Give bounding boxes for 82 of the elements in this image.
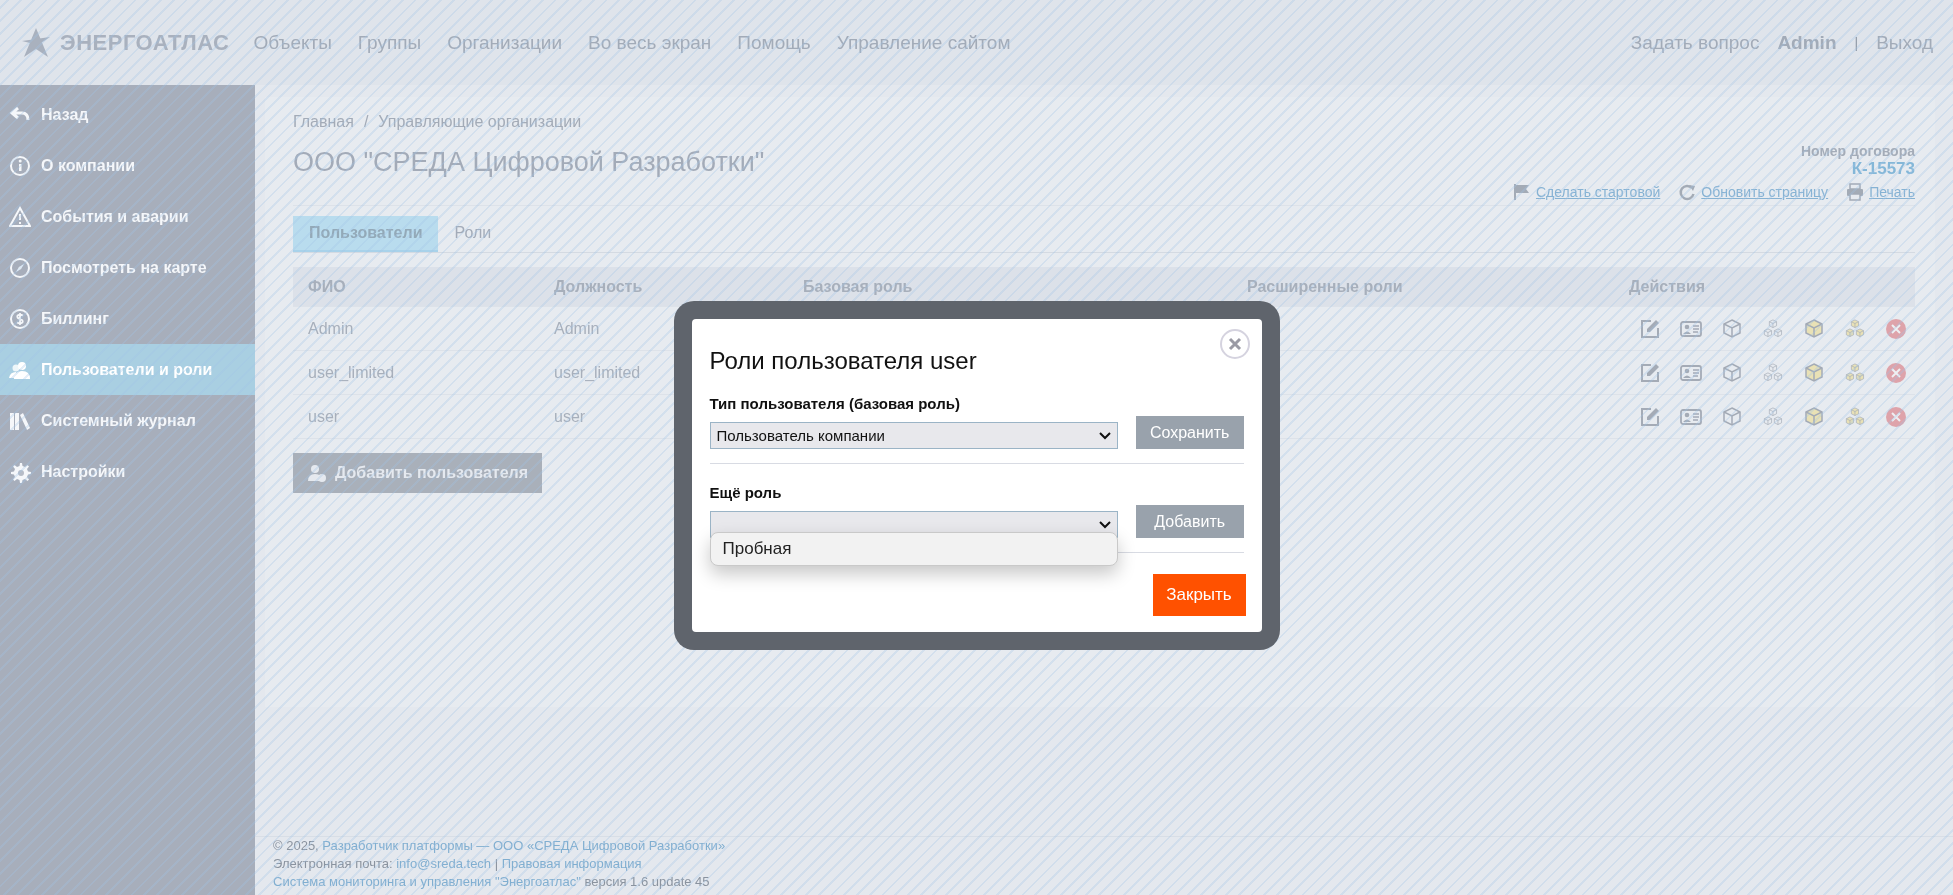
cube-icon[interactable]	[1721, 405, 1743, 428]
breadcrumb-link[interactable]: Управляющие организации	[378, 113, 582, 131]
dropdown-option[interactable]: Пробная	[709, 532, 1118, 566]
footer-link[interactable]: Разработчик платформы — ООО «СРЕДА Цифровой Разработки»	[322, 838, 726, 853]
dialog-title: Роли пользователя user	[709, 347, 978, 375]
tab[interactable]: Роли	[438, 216, 508, 252]
cubes-icon[interactable]	[1844, 361, 1866, 384]
page-title: ООО "СРЕДА Цифровой Разработки"	[293, 147, 765, 178]
nav-link[interactable]: Во весь экран	[588, 31, 712, 54]
sidebar-item[interactable]: События и аварии	[0, 191, 255, 242]
add-user-button[interactable]: Добавить пользователя	[293, 453, 543, 493]
sidebar-item[interactable]: Посмотреть на карте	[0, 242, 255, 293]
cube-icon[interactable]	[1721, 317, 1743, 340]
cubes-icon[interactable]	[1844, 317, 1866, 340]
breadcrumb-separator: /	[363, 113, 369, 131]
refresh-icon	[1678, 183, 1697, 201]
table-cell: Admin	[554, 319, 600, 337]
contract-label: Номер договора	[1801, 143, 1915, 159]
sidebar-item[interactable]: Назад	[0, 89, 255, 140]
chevron-down-icon	[1098, 520, 1111, 529]
contract-number: К-15573	[1850, 159, 1915, 179]
cubes-icon[interactable]	[1844, 405, 1866, 428]
close-button[interactable]	[1219, 329, 1250, 359]
flag-icon	[1513, 183, 1531, 201]
printer-icon	[1846, 183, 1865, 201]
footer-text: Электронная почта:	[273, 856, 394, 871]
add-user-icon	[307, 463, 327, 483]
cube-icon[interactable]	[1803, 405, 1825, 428]
edit-icon[interactable]	[1639, 317, 1661, 340]
sidebar-icon	[9, 256, 31, 279]
sidebar-item[interactable]: О компании	[0, 140, 255, 191]
toolbar-link[interactable]: Сделать стартовой	[1513, 183, 1661, 201]
nav-link[interactable]: Помощь	[737, 31, 811, 54]
cube-icon[interactable]	[1803, 361, 1825, 384]
footer-link[interactable]: Система мониторинга и управления "Энергоатлас"	[273, 874, 581, 889]
user-link[interactable]: Admin	[1777, 31, 1837, 54]
nav-link[interactable]: Объекты	[253, 31, 332, 54]
toolbar-link[interactable]: Печать	[1846, 183, 1915, 201]
field-label: Тип пользователя (базовая роль)	[709, 395, 961, 412]
footer-text: версия 1.6 update 45	[583, 874, 710, 889]
save-button[interactable]: Сохранить	[1135, 416, 1244, 449]
table-cell: user	[554, 407, 586, 425]
table-cell: user	[308, 407, 340, 425]
sidebar-icon	[9, 307, 31, 330]
logout-link[interactable]: Выход	[1876, 31, 1933, 54]
footer-link[interactable]: info@sreda.tech	[396, 856, 492, 871]
footer-link[interactable]: Правовая информация	[501, 856, 642, 871]
role-select[interactable]: Пользователь компании	[709, 422, 1118, 449]
footer-text: |	[493, 856, 500, 871]
sidebar-item[interactable]: Биллинг	[0, 293, 255, 344]
nav-link[interactable]: Организации	[447, 31, 563, 54]
delete-icon[interactable]	[1885, 361, 1907, 384]
cubes-icon[interactable]	[1762, 317, 1784, 340]
cube-icon[interactable]	[1721, 361, 1743, 384]
table-cell: user_limited	[308, 363, 395, 381]
edit-icon[interactable]	[1639, 405, 1661, 428]
chevron-down-icon	[1098, 431, 1111, 440]
cubes-icon[interactable]	[1762, 405, 1784, 428]
field-label: Ещё роль	[709, 484, 783, 501]
cubes-icon[interactable]	[1762, 361, 1784, 384]
add-button[interactable]: Добавить	[1135, 505, 1244, 538]
sidebar-icon	[9, 205, 31, 228]
delete-icon[interactable]	[1885, 317, 1907, 340]
delete-icon[interactable]	[1885, 405, 1907, 428]
nav-link[interactable]: Группы	[357, 31, 422, 54]
table-cell: Admin	[308, 319, 354, 337]
nav-link[interactable]: Управление сайтом	[836, 31, 1011, 54]
separator: |	[1854, 34, 1859, 51]
sidebar-icon	[9, 154, 31, 177]
breadcrumb-link[interactable]: Главная	[293, 113, 354, 131]
close-icon	[1227, 337, 1242, 351]
toolbar-link[interactable]: Обновить страницу	[1678, 183, 1829, 201]
sidebar-item[interactable]: Системный журнал	[0, 395, 255, 446]
sidebar-item[interactable]: Пользователи и роли	[0, 344, 255, 395]
close-dialog-button[interactable]: Закрыть	[1152, 574, 1246, 616]
cube-icon[interactable]	[1803, 317, 1825, 340]
sidebar-item[interactable]: Настройки	[0, 446, 255, 497]
ask-question-link[interactable]: Задать вопрос	[1630, 31, 1760, 54]
footer-text: © 2025,	[273, 838, 320, 853]
edit-icon[interactable]	[1639, 361, 1661, 384]
table-cell: user_limited	[554, 363, 641, 381]
sidebar-icon	[9, 460, 31, 483]
